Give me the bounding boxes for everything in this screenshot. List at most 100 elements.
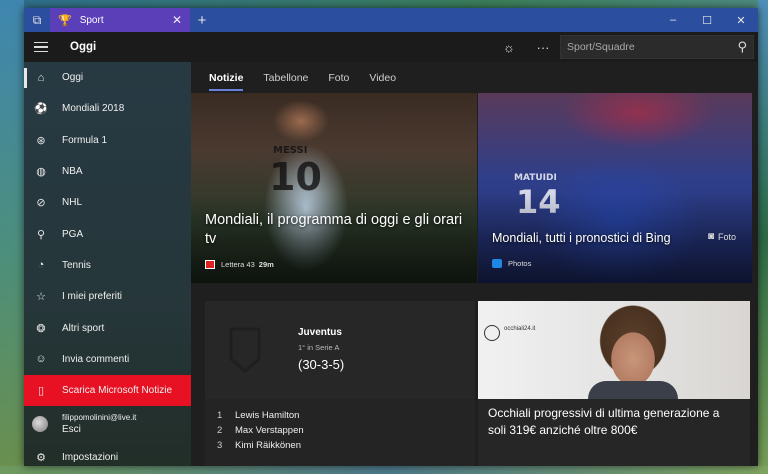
tab-title: Sport xyxy=(79,14,104,26)
sidebar-item-settings[interactable]: ⚙ Impostazioni xyxy=(24,442,191,466)
sidebar-item-pga[interactable]: ⚲ PGA xyxy=(24,218,191,249)
search-icon[interactable]: ⚲ xyxy=(737,39,747,55)
scrollbar[interactable] xyxy=(752,93,758,466)
sidebar-item-label: Impostazioni xyxy=(62,452,119,464)
content-tabs: Notizie Tabellone Foto Video xyxy=(191,62,758,93)
sidebar-item-nhl[interactable]: ⊘ NHL xyxy=(24,187,191,218)
tab-switcher-icon[interactable]: ⧉ xyxy=(24,8,50,32)
camera-icon: ◙ xyxy=(707,231,714,242)
desktop-background-bottom xyxy=(0,466,768,474)
maximize-button[interactable]: ☐ xyxy=(690,8,724,32)
f1-standings[interactable]: 1 Lewis Hamilton 2 Max Verstappen 3 Kimi… xyxy=(205,399,475,466)
new-tab-button[interactable]: + xyxy=(190,8,214,32)
team-card-juventus[interactable]: Juventus 1° in Serie A (30-3-5) xyxy=(205,301,475,399)
sidebar-item-download-news[interactable]: ▯ Scarica Microsoft Notizie xyxy=(24,374,191,407)
soccer-ball-icon: ⚽ xyxy=(34,103,48,116)
sidebar-item-label: PGA xyxy=(62,228,84,240)
gear-icon: ⚙ xyxy=(36,452,46,465)
standing-position: 2 xyxy=(217,425,223,436)
avatar xyxy=(32,416,48,433)
driver-name: Max Verstappen xyxy=(235,425,304,436)
tab-notizie[interactable]: Notizie xyxy=(209,66,244,91)
source-name: Lettera 43 xyxy=(221,260,255,269)
brightness-icon[interactable]: ☼ xyxy=(492,32,526,62)
golf-icon: ⚲ xyxy=(36,228,46,241)
standing-position: 1 xyxy=(217,410,223,421)
account-item[interactable]: filippomolinini@live.it Esci xyxy=(24,406,191,442)
browser-tab-sport[interactable]: 🏆 Sport ✕ xyxy=(50,8,190,32)
sidebar-item-feedback[interactable]: ☺ Invia commenti xyxy=(24,344,191,375)
logout-link[interactable]: Esci xyxy=(62,424,136,435)
sidebar-item-other-sports[interactable]: ❂ Altri sport xyxy=(24,312,191,343)
sidebar-item-label: NBA xyxy=(62,166,83,178)
minimize-button[interactable]: – xyxy=(656,8,690,32)
sidebar-item-favorites[interactable]: ☆ I miei preferiti xyxy=(24,281,191,312)
image-brand-text: occhiali24.it xyxy=(504,326,536,332)
phone-icon: ▯ xyxy=(37,385,45,398)
news-card-occhiali[interactable]: occhiali24.it Occhiali progressivi di ul… xyxy=(478,301,750,466)
sidebar-item-tennis[interactable]: ◔ Tennis xyxy=(24,250,191,281)
main-content: Notizie Tabellone Foto Video MESSI 10 Mo… xyxy=(191,62,758,466)
photos-app-icon xyxy=(492,259,502,268)
search-input[interactable] xyxy=(567,41,738,53)
other-sports-icon: ❂ xyxy=(36,322,46,335)
sidebar-item-mondiali-2018[interactable]: ⚽ Mondiali 2018 xyxy=(24,93,191,124)
article-source: Lettera 43 29m xyxy=(205,260,274,269)
hero-title: Mondiali, il programma di oggi e gli ora… xyxy=(205,212,463,247)
sidebar-item-oggi[interactable]: ⌂ Oggi xyxy=(24,62,191,93)
source-logo-icon xyxy=(205,260,215,269)
sidebar-item-label: Tennis xyxy=(62,259,91,271)
desktop-background-left xyxy=(0,0,24,474)
app-window: ⧉ 🏆 Sport ✕ + – ☐ ✕ Oggi ☼ ··· ⚲ ⌂ Oggi … xyxy=(24,8,758,466)
glasses-logo-icon xyxy=(484,325,500,341)
title-bar: ⧉ 🏆 Sport ✕ + – ☐ ✕ xyxy=(24,8,758,32)
account-email: filippomolinini@live.it xyxy=(62,413,137,423)
photo-tag-label: Foto xyxy=(717,231,736,242)
driver-name: Lewis Hamilton xyxy=(235,410,300,421)
desktop-background-right xyxy=(758,0,768,474)
news-image: occhiali24.it xyxy=(478,301,750,399)
team-record: (30-3-5) xyxy=(298,357,345,372)
sidebar-item-label: Scarica Microsoft Notizie xyxy=(62,385,173,397)
standing-position: 3 xyxy=(217,440,223,451)
source-name: Photos xyxy=(508,259,532,268)
team-rank: 1° in Serie A xyxy=(298,343,340,352)
more-options-icon[interactable]: ··· xyxy=(526,32,560,62)
news-title: Occhiali progressivi di ultima generazio… xyxy=(488,406,720,437)
sidebar-item-label: Invia commenti xyxy=(62,353,130,365)
tab-close-icon[interactable]: ✕ xyxy=(172,13,182,27)
sidebar-item-nba[interactable]: ◍ NBA xyxy=(24,156,191,187)
list-item: 1 Lewis Hamilton xyxy=(205,408,475,423)
driver-name: Kimi Räikkönen xyxy=(235,440,301,451)
list-item: 2 Max Verstappen xyxy=(205,423,475,438)
sidebar-item-label: Altri sport xyxy=(62,322,105,334)
team-name: Juventus xyxy=(298,327,342,338)
search-box[interactable]: ⚲ xyxy=(560,35,754,59)
tab-foto[interactable]: Foto xyxy=(328,66,349,90)
basketball-icon: ◍ xyxy=(36,166,46,179)
hockey-icon: ⊘ xyxy=(36,197,46,210)
favorites-icon: ☆ xyxy=(36,291,46,304)
sidebar-item-label: Oggi xyxy=(62,72,84,84)
page-title: Oggi xyxy=(70,41,97,53)
jersey-name: MATUIDI xyxy=(514,173,557,183)
hero-card-programma[interactable]: MESSI 10 Mondiali, il programma di oggi … xyxy=(191,93,477,283)
article-source: Photos xyxy=(492,259,531,268)
list-item: 3 Kimi Räikkönen xyxy=(205,438,475,453)
hero-title: Mondiali, tutti i pronostici di Bing xyxy=(492,231,671,245)
trophy-icon: 🏆 xyxy=(58,14,72,27)
hero-card-pronostici[interactable]: MATUIDI 14 Mondiali, tutti i pronostici … xyxy=(478,93,758,283)
article-time: 29m xyxy=(258,260,274,269)
tab-video[interactable]: Video xyxy=(369,66,396,90)
sidebar: ⌂ Oggi ⚽ Mondiali 2018 ⊛ Formula 1 ◍ NBA… xyxy=(24,62,191,466)
photo-tag: ◙ Foto xyxy=(708,231,736,242)
close-window-button[interactable]: ✕ xyxy=(724,8,758,32)
sidebar-item-formula-1[interactable]: ⊛ Formula 1 xyxy=(24,125,191,156)
tab-tabellone[interactable]: Tabellone xyxy=(263,66,308,90)
home-icon: ⌂ xyxy=(37,71,45,84)
steering-wheel-icon: ⊛ xyxy=(36,134,46,147)
sidebar-item-label: I miei preferiti xyxy=(62,291,123,303)
sidebar-item-label: Formula 1 xyxy=(62,134,108,146)
hamburger-menu-icon[interactable] xyxy=(24,32,58,62)
sidebar-item-label: NHL xyxy=(62,197,83,209)
